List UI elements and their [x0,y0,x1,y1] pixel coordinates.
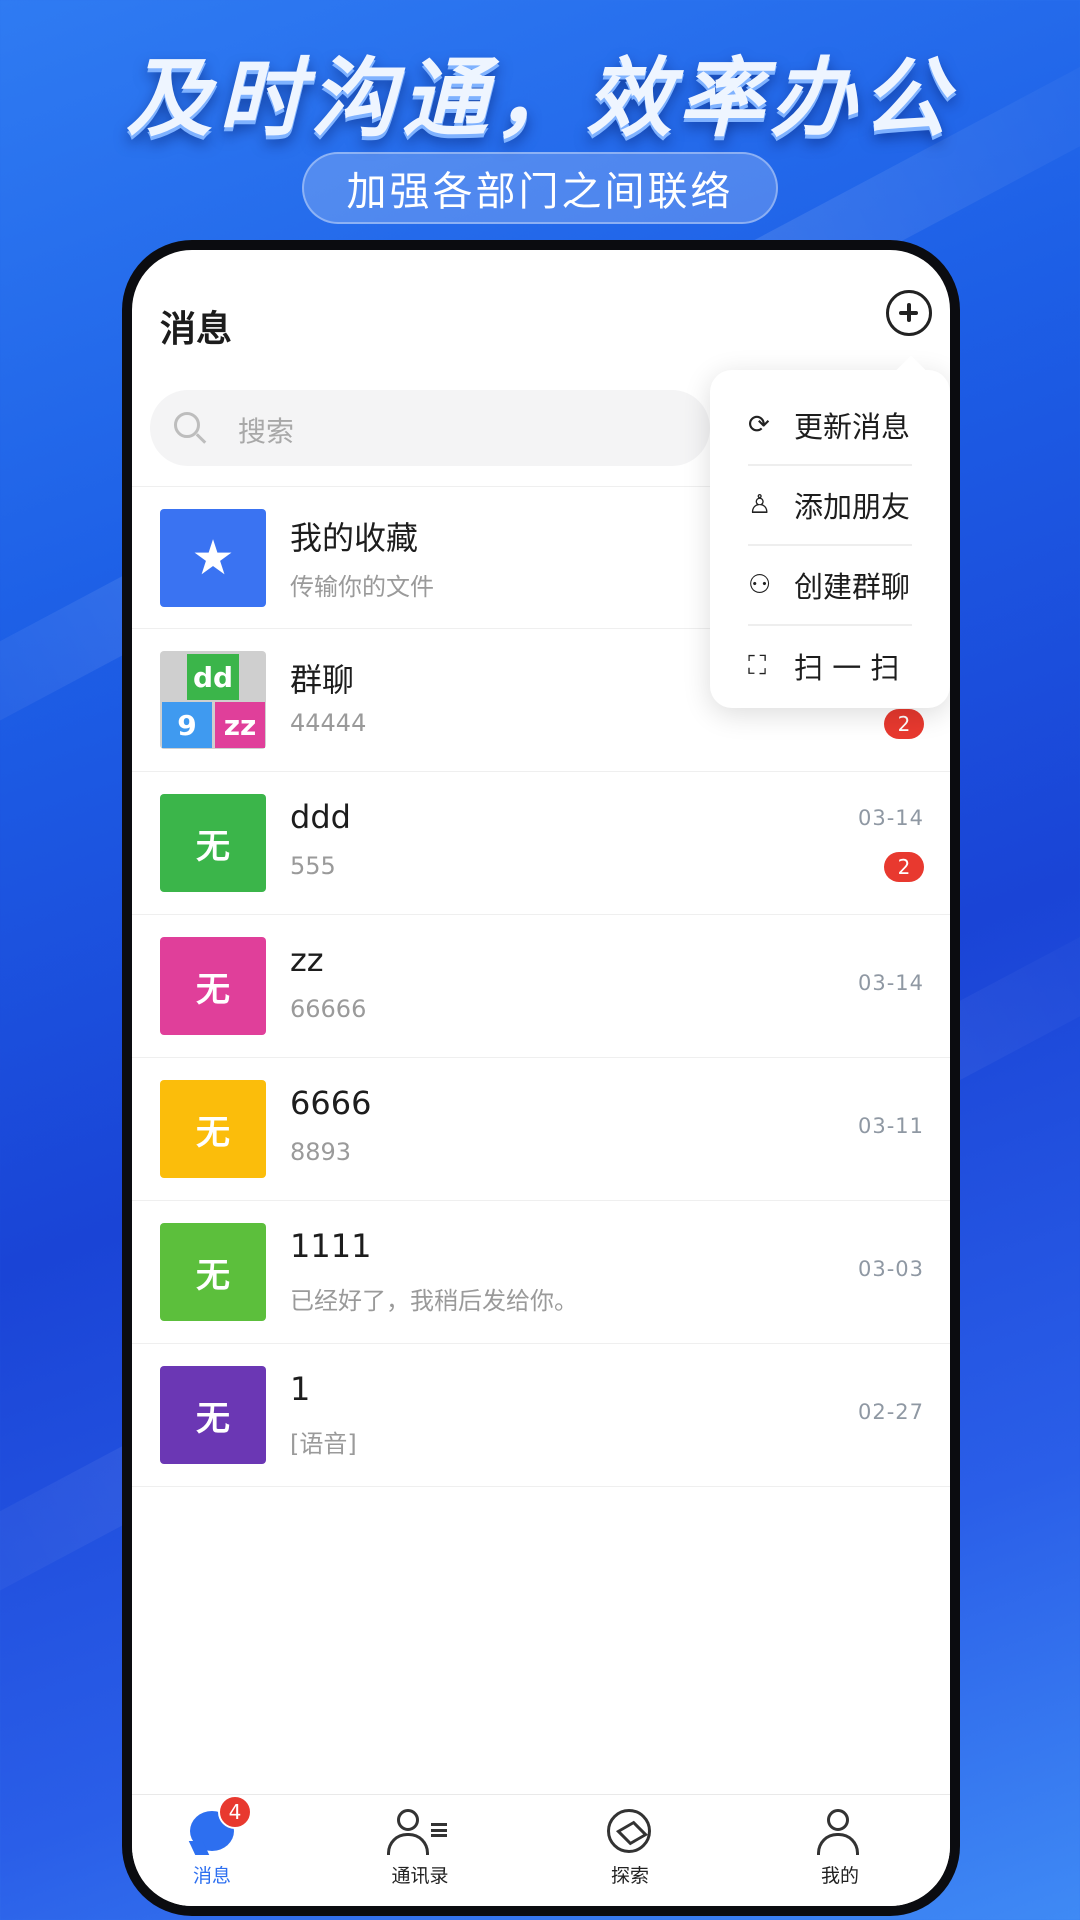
add-menu-popup: ⟳ 更新消息 ♙ 添加朋友 ⚇ 创建群聊 ⛶ 扫 一 扫 [710,370,950,708]
conversation-time: 02-27 [857,1400,924,1424]
star-icon: ★ [191,530,235,586]
conversation-item[interactable]: 无 zz 66666 03-14 [132,915,950,1058]
refresh-icon: ⟳ [748,410,770,440]
promo-subtitle: 加强各部门之间联络 [302,152,778,224]
unread-badge: 2 [884,852,924,882]
compass-icon [607,1809,651,1853]
conversation-time: 03-14 [857,806,924,830]
search-icon [174,412,200,438]
contact-avatar: 无 [160,1080,266,1178]
promo-headline: 及时沟通，效率办公 [126,49,954,149]
conversation-item[interactable]: 无 ddd 555 03-14 2 [132,772,950,915]
group-avatar-tile: 9 [162,702,212,748]
menu-item-label: 更新消息 [794,410,911,444]
conversation-time: 03-03 [857,1257,924,1281]
conversation-name: 6666 [290,1084,372,1122]
menu-item-label: 创建群聊 [794,570,911,604]
conversation-preview: 传输你的文件 [290,573,434,601]
bottom-tab-bar: 4 消息 通讯录 探索 我的 [132,1794,950,1906]
group-icon: ⚇ [748,570,772,600]
conversation-name: 群聊 [290,661,355,699]
conversation-preview: 8893 [290,1138,352,1166]
tab-icon-wrap [760,1805,920,1861]
plus-circle-icon[interactable] [886,290,932,336]
conversation-name: ddd [290,798,351,836]
conversation-preview: 555 [290,852,336,880]
profile-icon [815,1809,861,1855]
add-user-icon: ♙ [748,490,772,520]
top-bar: 消息 [132,290,950,370]
menu-item-label: 添加朋友 [794,490,911,524]
conversation-name: 1111 [290,1227,372,1265]
conversation-name: 我的收藏 [290,519,419,557]
tab-label: 消息 [192,1865,231,1887]
page-title: 消息 [160,309,233,350]
tab-icon-wrap [550,1805,710,1861]
phone-frame: 消息 搜索 ★ 我的收藏 传输你的文件 dd 9 zz 群聊 44444 2 无… [122,240,960,1916]
conversation-preview: 已经好了，我稍后发给你。 [290,1287,578,1315]
menu-item-add-friend[interactable]: ♙ 添加朋友 [748,466,912,546]
contact-avatar: 无 [160,794,266,892]
tab-icon-wrap [340,1805,500,1861]
conversation-preview: 66666 [290,995,367,1023]
menu-item-create-group[interactable]: ⚇ 创建群聊 [748,546,912,626]
conversation-preview: 44444 [290,709,367,737]
menu-item-scan[interactable]: ⛶ 扫 一 扫 [748,626,912,706]
conversation-time: 03-14 [857,971,924,995]
app-screen: 消息 搜索 ★ 我的收藏 传输你的文件 dd 9 zz 群聊 44444 2 无… [132,250,950,1906]
contact-avatar: 无 [160,1366,266,1464]
group-avatar-tile: dd [187,654,239,700]
conversation-preview: [语音] [290,1430,357,1458]
tab-unread-badge: 4 [218,1795,252,1829]
tab-messages[interactable]: 4 消息 [132,1795,292,1905]
tab-label: 通讯录 [391,1865,449,1887]
contact-avatar: 无 [160,1223,266,1321]
tab-profile[interactable]: 我的 [760,1805,920,1905]
search-placeholder: 搜索 [238,415,295,448]
tab-label: 探索 [610,1865,649,1887]
conversation-item[interactable]: 无 6666 8893 03-11 [132,1058,950,1201]
conversation-item[interactable]: 无 1 [语音] 02-27 [132,1344,950,1487]
unread-badge: 2 [884,709,924,739]
group-avatar-tile: zz [215,702,265,748]
group-avatar: dd 9 zz [160,651,266,749]
conversation-time: 03-11 [857,1114,924,1138]
conversation-name: 1 [290,1370,311,1408]
scan-icon: ⛶ [748,650,767,681]
tab-icon-wrap: 4 [132,1795,292,1861]
contact-avatar: 无 [160,937,266,1035]
conversation-item[interactable]: 无 1111 已经好了，我稍后发给你。 03-03 [132,1201,950,1344]
tab-explore[interactable]: 探索 [550,1805,710,1905]
redaction-mark [312,1384,512,1398]
menu-item-label: 扫 一 扫 [794,651,900,685]
search-input[interactable]: 搜索 [150,390,710,466]
menu-item-refresh[interactable]: ⟳ 更新消息 [748,386,912,466]
tab-label: 我的 [820,1865,859,1887]
contacts-icon [385,1809,447,1855]
favorites-avatar: ★ [160,509,266,607]
tab-contacts[interactable]: 通讯录 [340,1805,500,1905]
conversation-name: zz [290,941,324,979]
